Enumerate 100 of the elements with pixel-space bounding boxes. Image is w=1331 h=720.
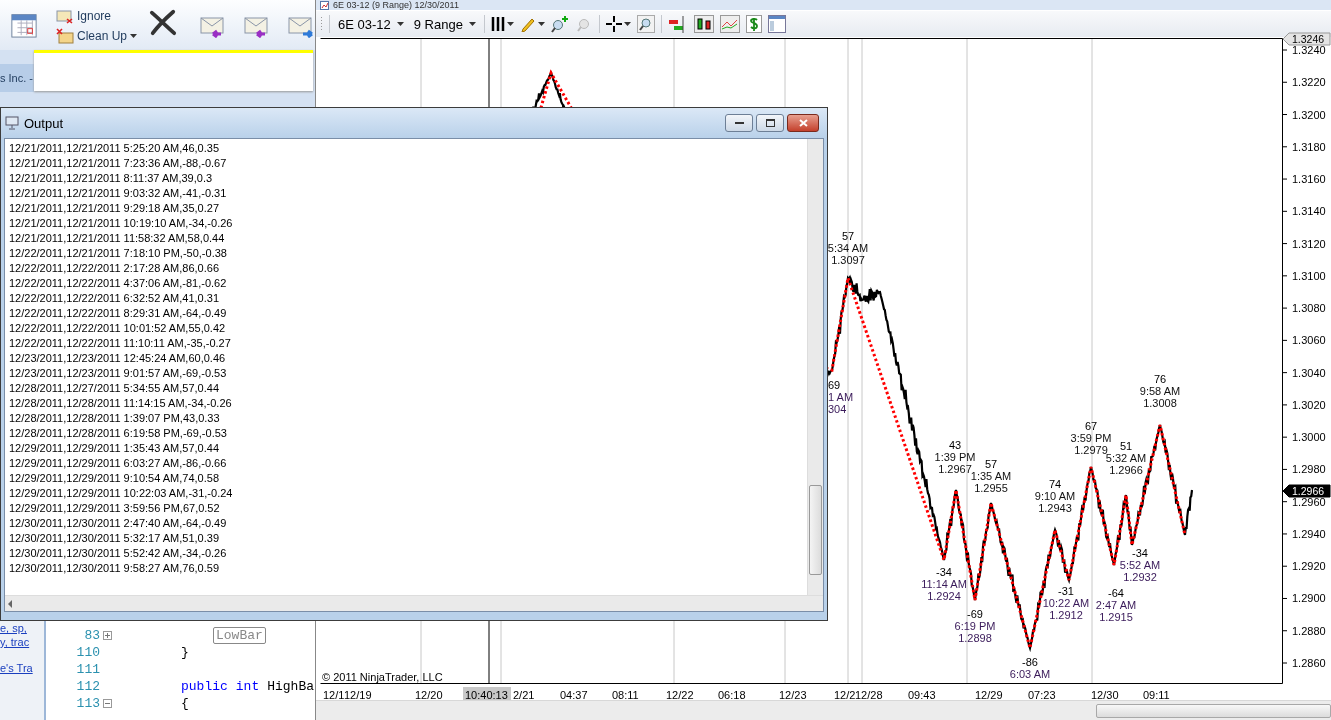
scrollbar-thumb[interactable] — [809, 485, 822, 575]
expand-icon[interactable] — [102, 631, 112, 640]
price-tick-label: 1.3040 — [1292, 366, 1326, 379]
copyright-text: © 2011 NinjaTrader, LLC — [322, 671, 443, 683]
envelope-icon — [56, 28, 74, 44]
line-number: 113 — [75, 696, 100, 711]
output-line: 12/29/2011,12/29/2011 1:35:43 AM,57,0.44 — [9, 441, 220, 456]
output-line: 12/22/2011,12/22/2011 10:01:52 AM,55,0.42 — [9, 321, 227, 336]
line-number: 112 — [75, 679, 100, 694]
price-tag: 1.3246 — [1282, 32, 1331, 46]
time-label: 07:23 — [1028, 689, 1056, 700]
output-line: 12/28/2011,12/28/2011 6:19:58 PM,-69,-0.53 — [9, 426, 228, 441]
date-label: 12/22 — [666, 689, 694, 700]
dollar-icon[interactable] — [745, 15, 762, 33]
output-line: 12/29/2011,12/29/2011 3:59:56 PM,67,0.52 — [9, 501, 221, 516]
output-line: 12/29/2011,12/29/2011 10:22:03 AM,-31,-0.24 — [9, 486, 234, 501]
cursor-time-label: 10:40:13 — [463, 687, 511, 700]
link[interactable]: e, sp, — [0, 622, 44, 634]
line-number: 110 — [75, 645, 100, 660]
time-label: 09:11 — [1143, 689, 1170, 700]
line-number: 111 — [75, 662, 100, 677]
swing-low-label: -64 2:47 AM 1.2915 — [1095, 587, 1137, 623]
collapse-icon[interactable] — [102, 699, 112, 708]
output-line: 12/22/2011,12/22/2011 6:32:52 AM,41,0.31 — [9, 291, 220, 306]
code-line: public int HighBa — [181, 679, 315, 694]
output-line: 12/21/2011,12/21/2011 9:03:32 AM,-41,-0.31 — [9, 186, 228, 201]
time-label: 04:37 — [560, 689, 588, 700]
price-tick-label: 1.3120 — [1292, 237, 1326, 250]
link[interactable]: y, trac — [0, 636, 44, 648]
collapsed-region[interactable]: LowBar — [213, 627, 266, 644]
horizontal-scrollbar[interactable] — [316, 700, 1331, 720]
monitor-icon — [5, 116, 19, 130]
crosshair-icon[interactable] — [605, 16, 622, 32]
close-button[interactable] — [787, 114, 819, 132]
window-icon[interactable] — [767, 15, 786, 33]
scrollbar-thumb[interactable] — [1096, 704, 1331, 718]
time-label: 08:11 — [612, 689, 639, 700]
toolbar-grip — [320, 16, 323, 32]
date-label: 12/20 — [415, 689, 443, 700]
output-line: 12/21/2011,12/21/2011 9:29:18 AM,35,0.27 — [9, 201, 220, 216]
date-label: 2/21 — [513, 689, 535, 700]
output-line: 12/30/2011,12/30/2011 9:58:27 AM,76,0.59 — [9, 561, 220, 576]
ribbon-button[interactable]: Ignore — [56, 8, 137, 24]
price-tick-label: 1.3220 — [1292, 76, 1326, 89]
price-tick-label: 1.2940 — [1292, 527, 1326, 540]
output-line: 12/21/2011,12/21/2011 5:25:20 AM,46,0.35 — [9, 141, 220, 156]
envelope-icon — [56, 8, 74, 24]
swing-low-label: -31 10:22 AM 1.2912 — [1042, 585, 1090, 621]
time-label: 06:18 — [718, 689, 746, 700]
code-line: } — [181, 645, 189, 660]
link[interactable]: e's Tra — [0, 662, 44, 674]
price-tag: 1.2966 — [1282, 484, 1331, 498]
price-tick-label: 1.3200 — [1292, 108, 1326, 121]
zoom-in-icon[interactable] — [550, 15, 569, 33]
price-tick-label: 1.3000 — [1292, 431, 1326, 444]
output-line: 12/22/2011,12/22/2011 4:37:06 AM,-81,-0.62 — [9, 276, 228, 291]
window-title: 6E 03-12 (9 Range) 12/30/2011 — [333, 0, 459, 10]
ribbon-button[interactable]: Clean Up — [56, 28, 137, 44]
instrument-dropdown[interactable]: 6E 03-12 — [336, 16, 406, 32]
output-line: 12/21/2011,12/21/2011 11:58:32 AM,58,0.44 — [9, 231, 226, 246]
period-dropdown[interactable]: 9 Range — [411, 16, 478, 32]
code-line: { — [181, 696, 189, 711]
swing-low-label: -69 6:19 PM 1.2898 — [954, 608, 996, 644]
minimize-button[interactable] — [725, 114, 753, 132]
output-line: 12/22/2011,12/22/2011 8:29:31 AM,-64,-0.49 — [9, 306, 228, 321]
maximize-button[interactable] — [756, 114, 784, 132]
price-tick-label: 1.3180 — [1292, 140, 1326, 153]
output-line: 12/30/2011,12/30/2011 5:52:42 AM,-34,-0.26 — [9, 546, 228, 561]
output-line: 12/21/2011,12/21/2011 7:23:36 AM,-88,-0.67 — [9, 156, 228, 171]
price-tick-label: 1.2900 — [1292, 592, 1326, 605]
time-label: 09:43 — [908, 689, 936, 700]
price-tick-label: 1.3080 — [1292, 302, 1326, 315]
price-tick-label: 1.2880 — [1292, 624, 1326, 637]
date-label: 12/23 — [779, 689, 807, 700]
output-line: 12/30/2011,12/30/2011 5:32:17 AM,51,0.39 — [9, 531, 220, 546]
output-line: 12/23/2011,12/23/2011 12:45:24 AM,60,0.46 — [9, 351, 227, 366]
output-line: 12/29/2011,12/29/2011 9:10:54 AM,74,0.58 — [9, 471, 220, 486]
line-chart-icon[interactable] — [719, 15, 740, 33]
pencil-icon[interactable] — [519, 16, 536, 32]
date-label: 12/30 — [1091, 689, 1119, 700]
price-tick-label: 1.3100 — [1292, 269, 1326, 282]
horizontal-scrollbar[interactable] — [5, 595, 823, 611]
bars-icon[interactable] — [490, 16, 505, 32]
date-label: 12/29 — [975, 689, 1003, 700]
caret-icon — [623, 22, 631, 26]
candlestick-icon[interactable] — [693, 15, 714, 33]
output-line: 12/29/2011,12/29/2011 6:03:27 AM,-86,-0.66 — [9, 456, 228, 471]
swing-low-label: -34 5:52 AM 1.2932 — [1119, 547, 1161, 583]
line-number: 83 — [83, 628, 100, 643]
price-tick-label: 1.2920 — [1292, 560, 1326, 573]
swing-low-label: 69 1 AM 304 — [828, 379, 854, 415]
output-line: 12/23/2011,12/23/2011 9:01:57 AM,-69,-0.53 — [9, 366, 228, 381]
date-label: 12/2 — [834, 689, 856, 700]
vertical-scrollbar[interactable] — [807, 139, 823, 595]
output-line: 12/21/2011,12/21/2011 8:11:37 AM,39,0.3 — [9, 171, 214, 186]
price-tick-label: 1.3160 — [1292, 173, 1326, 186]
swing-low-label: -86 6:03 AM — [1009, 656, 1051, 680]
price-tick-label: 1.2860 — [1292, 657, 1326, 669]
price-tick-label: 1.3060 — [1292, 334, 1326, 347]
zoom-icon[interactable] — [636, 15, 655, 33]
